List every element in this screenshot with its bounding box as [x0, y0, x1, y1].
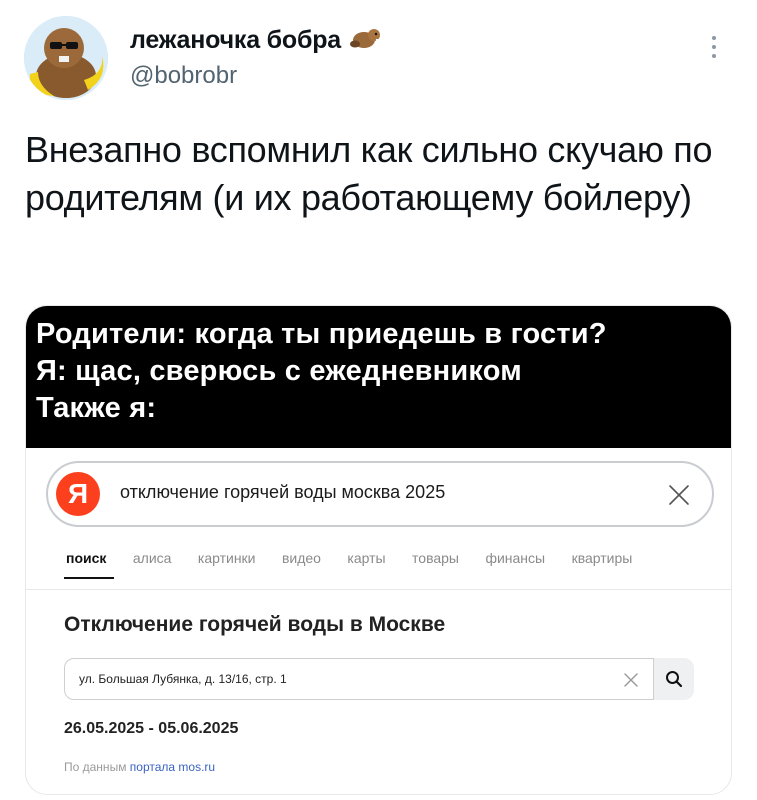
tab-alice[interactable]: алиса — [133, 550, 172, 566]
tab-products[interactable]: товары — [412, 550, 459, 566]
author-name[interactable]: лежаночка бобра — [130, 24, 386, 59]
beaver-icon — [349, 24, 386, 59]
result-title: Отключение горячей воды в Москве — [64, 613, 446, 636]
address-search-button[interactable] — [654, 658, 694, 700]
search-input[interactable]: Я отключение горячей воды москва 2025 — [46, 461, 714, 527]
clear-icon[interactable] — [665, 481, 693, 509]
more-options-icon[interactable] — [708, 36, 720, 66]
source-text: По данным портала mos.ru — [64, 760, 215, 774]
author-handle[interactable]: @bobrobr — [130, 62, 237, 90]
tab-images[interactable]: картинки — [198, 550, 256, 566]
address-clear-icon[interactable] — [621, 670, 641, 690]
tweet-media-image[interactable]: Родители: когда ты приедешь в гости? Я: … — [25, 305, 732, 795]
meme-line-3: Также я: — [36, 392, 157, 424]
tab-search[interactable]: поиск — [66, 550, 106, 566]
search-tabs: поиск алиса картинки видео карты товары … — [66, 550, 726, 584]
tab-finance[interactable]: финансы — [485, 550, 545, 566]
address-value: ул. Большая Лубянка, д. 13/16, стр. 1 — [79, 672, 287, 686]
outage-dates: 26.05.2025 - 05.06.2025 — [64, 720, 239, 737]
tab-apartments[interactable]: квартиры — [572, 550, 633, 566]
tab-maps[interactable]: карты — [347, 550, 385, 566]
divider — [26, 589, 731, 590]
address-input[interactable]: ул. Большая Лубянка, д. 13/16, стр. 1 — [64, 658, 654, 700]
avatar[interactable] — [24, 16, 108, 100]
beaver-avatar-image — [24, 16, 108, 100]
author-name-text: лежаночка бобра — [130, 26, 342, 54]
source-prefix: По данным — [64, 760, 127, 774]
meme-caption: Родители: когда ты приедешь в гости? Я: … — [26, 306, 731, 448]
search-icon — [666, 671, 683, 688]
search-query-text: отключение горячей воды москва 2025 — [120, 482, 446, 502]
yandex-logo[interactable]: Я — [56, 472, 100, 516]
active-tab-underline — [64, 577, 114, 579]
meme-line-2: Я: щас, сверюсь с ежедневником — [36, 355, 522, 387]
source-link[interactable]: портала mos.ru — [130, 760, 215, 774]
tab-video[interactable]: видео — [282, 550, 321, 566]
tweet-text: Внезапно вспомнил как сильно скучаю по р… — [25, 129, 713, 218]
meme-line-1: Родители: когда ты приедешь в гости? — [36, 318, 607, 350]
